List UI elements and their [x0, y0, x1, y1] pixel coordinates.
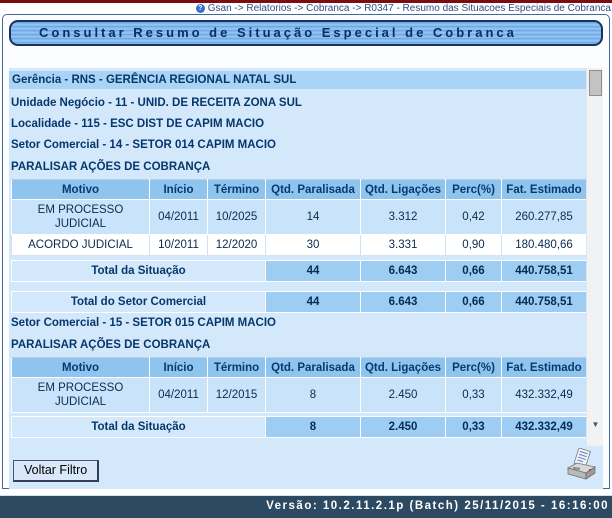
column-header-qtd-paralisada: Qtd. Paralisada: [266, 180, 361, 200]
cell-termino: 12/2015: [208, 378, 266, 413]
cell-perc: 0,42: [446, 200, 502, 235]
voltar-filtro-button[interactable]: Voltar Filtro: [13, 460, 99, 482]
cell-inicio: 04/2011: [150, 378, 208, 413]
total-qtd-paralisada: 44: [266, 261, 361, 282]
table-row: ACORDO JUDICIAL 10/2011 12/2020 30 3.331…: [12, 235, 587, 256]
situacao-label: PARALISAR AÇÕES DE COBRANÇA: [11, 339, 586, 351]
column-header-motivo: Motivo: [12, 180, 150, 200]
cell-fat-estimado: 260.277,85: [502, 200, 587, 235]
cell-motivo: EM PROCESSO JUDICIAL: [12, 200, 150, 235]
column-header-qtd-paralisada: Qtd. Paralisada: [266, 358, 361, 378]
cell-qtd-paralisada: 8: [266, 378, 361, 413]
total-qtd-ligacoes: 6.643: [361, 292, 446, 313]
cell-motivo: ACORDO JUDICIAL: [12, 235, 150, 256]
results-table-setor-15: Motivo Início Término Qtd. Paralisada Qt…: [11, 357, 586, 438]
total-qtd-paralisada: 44: [266, 292, 361, 313]
total-fat-estimado: 440.758,51: [502, 292, 587, 313]
footer-version: Versão: 10.2.11.2.1p (Batch) 25/11/2015 …: [0, 496, 612, 518]
situacao-label: PARALISAR AÇÕES DE COBRANÇA: [11, 161, 586, 173]
printer-icon[interactable]: [565, 448, 599, 484]
table-header-row: Motivo Início Término Qtd. Paralisada Qt…: [12, 358, 587, 378]
breadcrumb-text: Gsan -> Relatorios -> Cobranca -> R0347 …: [208, 3, 611, 14]
total-perc: 0,66: [446, 292, 502, 313]
action-bar: Voltar Filtro: [9, 446, 603, 489]
column-header-fat-estimado: Fat. Estimado: [502, 358, 587, 378]
report-scroll-area: Gerência - RNS - GERÊNCIA REGIONAL NATAL…: [9, 68, 603, 446]
column-header-termino: Término: [208, 358, 266, 378]
total-situacao-label: Total da Situação: [12, 261, 266, 282]
scrollbar-thumb[interactable]: [589, 70, 602, 96]
column-header-qtd-ligacoes: Qtd. Ligações: [361, 180, 446, 200]
setor-comercial-label: Setor Comercial - 14 - SETOR 014 CAPIM M…: [11, 139, 586, 152]
column-header-inicio: Início: [150, 358, 208, 378]
cell-qtd-paralisada: 14: [266, 200, 361, 235]
column-header-termino: Término: [208, 180, 266, 200]
total-situacao-row: Total da Situação 44 6.643 0,66 440.758,…: [12, 261, 587, 282]
help-question-icon[interactable]: ?: [196, 4, 205, 13]
setor-comercial-label: Setor Comercial - 15 - SETOR 015 CAPIM M…: [11, 317, 586, 330]
total-situacao-row: Total da Situação 8 2.450 0,33 432.332,4…: [12, 417, 587, 438]
table-header-row: Motivo Início Término Qtd. Paralisada Qt…: [12, 180, 587, 200]
column-header-fat-estimado: Fat. Estimado: [502, 180, 587, 200]
cell-qtd-ligacoes: 3.312: [361, 200, 446, 235]
vertical-scrollbar[interactable]: ▼: [586, 68, 603, 446]
total-qtd-ligacoes: 2.450: [361, 417, 446, 438]
page: ? Gsan -> Relatorios -> Cobranca -> R034…: [0, 0, 612, 518]
cell-qtd-ligacoes: 2.450: [361, 378, 446, 413]
results-table-setor-14: Motivo Início Término Qtd. Paralisada Qt…: [11, 179, 586, 313]
column-header-perc: Perc(%): [446, 358, 502, 378]
cell-perc: 0,90: [446, 235, 502, 256]
report-viewport: Gerência - RNS - GERÊNCIA REGIONAL NATAL…: [9, 68, 586, 446]
cell-motivo: EM PROCESSO JUDICIAL: [12, 378, 150, 413]
page-title: Consultar Resumo de Situação Especial de…: [9, 20, 603, 46]
cell-fat-estimado: 180.480,66: [502, 235, 587, 256]
cell-inicio: 10/2011: [150, 235, 208, 256]
table-row: EM PROCESSO JUDICIAL 04/2011 12/2015 8 2…: [12, 378, 587, 413]
total-qtd-paralisada: 8: [266, 417, 361, 438]
cell-fat-estimado: 432.332,49: [502, 378, 587, 413]
gerencia-header: Gerência - RNS - GERÊNCIA REGIONAL NATAL…: [9, 71, 586, 89]
total-setor-row: Total do Setor Comercial 44 6.643 0,66 4…: [12, 292, 587, 313]
total-fat-estimado: 432.332,49: [502, 417, 587, 438]
breadcrumb: ? Gsan -> Relatorios -> Cobranca -> R034…: [0, 3, 612, 14]
table-row: EM PROCESSO JUDICIAL 04/2011 10/2025 14 …: [12, 200, 587, 235]
cell-qtd-paralisada: 30: [266, 235, 361, 256]
column-header-qtd-ligacoes: Qtd. Ligações: [361, 358, 446, 378]
cell-perc: 0,33: [446, 378, 502, 413]
cell-qtd-ligacoes: 3.331: [361, 235, 446, 256]
total-situacao-label: Total da Situação: [12, 417, 266, 438]
total-perc: 0,66: [446, 261, 502, 282]
total-fat-estimado: 440.758,51: [502, 261, 587, 282]
column-header-perc: Perc(%): [446, 180, 502, 200]
total-qtd-ligacoes: 6.643: [361, 261, 446, 282]
column-header-inicio: Início: [150, 180, 208, 200]
total-perc: 0,33: [446, 417, 502, 438]
unidade-negocio-label: Unidade Negócio - 11 - UNID. DE RECEITA …: [11, 97, 586, 110]
main-frame: Consultar Resumo de Situação Especial de…: [2, 14, 610, 489]
spacer-row: [12, 282, 587, 292]
localidade-label: Localidade - 115 - ESC DIST DE CAPIM MAC…: [11, 118, 586, 131]
column-header-motivo: Motivo: [12, 358, 150, 378]
cell-inicio: 04/2011: [150, 200, 208, 235]
total-setor-label: Total do Setor Comercial: [12, 292, 266, 313]
scrollbar-down-arrow-icon[interactable]: ▼: [587, 418, 603, 432]
cell-termino: 10/2025: [208, 200, 266, 235]
cell-termino: 12/2020: [208, 235, 266, 256]
